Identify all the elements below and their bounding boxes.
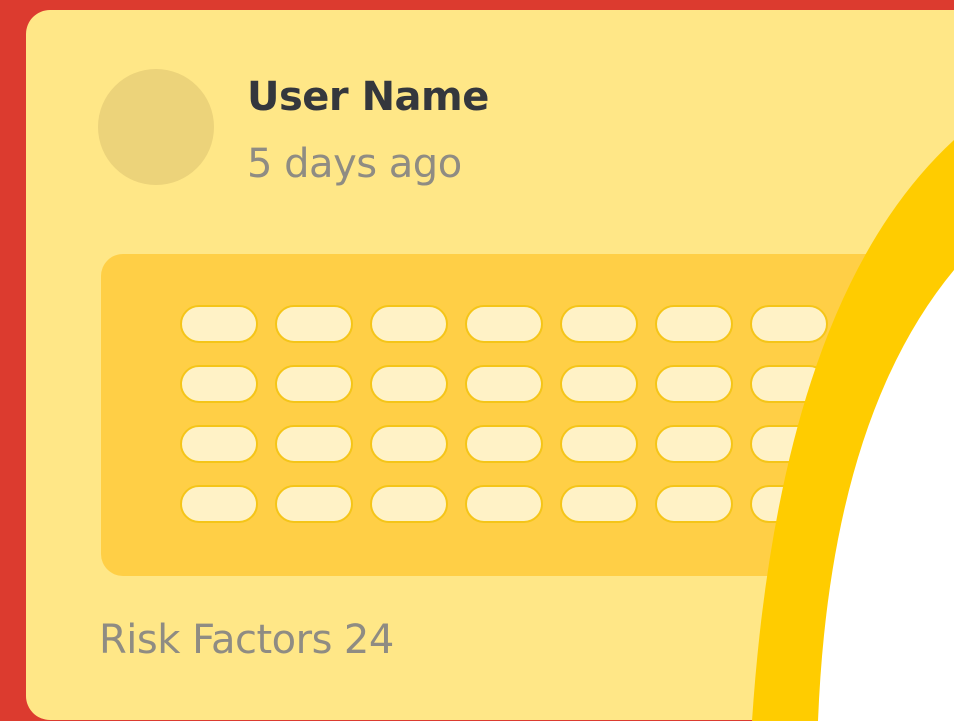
swoosh-overlay [752, 140, 954, 721]
screen: User Name 5 days ago Risk Factors 24 [0, 0, 954, 721]
